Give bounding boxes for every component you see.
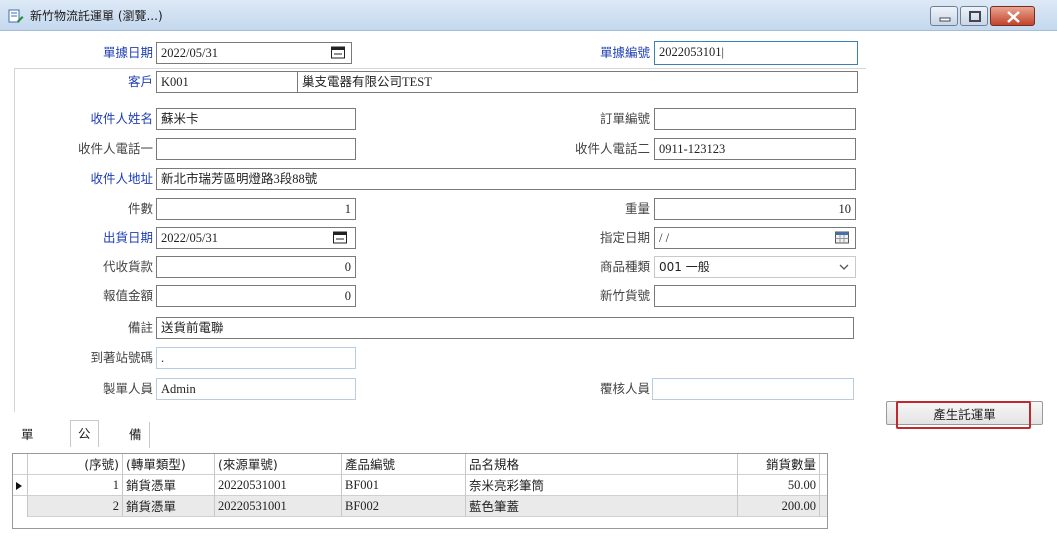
weight-field[interactable]: 10 — [654, 198, 856, 220]
weight-label: 重量 — [624, 201, 650, 216]
customer-label: 客戶 — [127, 74, 153, 89]
cell-qty[interactable]: 200.00 — [738, 496, 820, 517]
cell-seq[interactable]: 2 — [28, 496, 123, 517]
cell-qty[interactable]: 50.00 — [738, 475, 820, 496]
assigned-date-field[interactable]: / / — [654, 227, 856, 249]
tab-document[interactable]: 單據 — [14, 422, 41, 468]
cell-type[interactable]: 銷貨憑單 — [123, 475, 215, 496]
cod-field[interactable]: 0 — [156, 256, 356, 278]
col-header-qty[interactable]: 銷貨數量 — [738, 454, 820, 475]
row-indicator — [13, 475, 28, 496]
table-row[interactable]: 1 銷貨憑單 20220531001 BF001 奈米亮彩筆筒 50.00 — [13, 475, 827, 496]
assigned-date-label: 指定日期 — [599, 230, 650, 245]
reviewer-field — [652, 378, 854, 400]
phone2-field[interactable]: 0911-123123 — [654, 138, 856, 160]
category-value: 001 一般 — [659, 260, 710, 274]
window-title: 新竹物流託運單 (瀏覽...) — [30, 9, 163, 23]
phone1-field[interactable] — [156, 138, 356, 160]
phone1-label: 收件人電話一 — [77, 141, 153, 156]
chevron-down-icon — [839, 264, 849, 270]
hct-no-field[interactable] — [654, 285, 856, 307]
col-header-seq[interactable]: (序號) — [28, 454, 123, 475]
grid-header-row: (序號) (轉單類型) (來源單號) 產品編號 品名規格 銷貨數量 — [13, 454, 827, 475]
detail-grid: (序號) (轉單類型) (來源單號) 產品編號 品名規格 銷貨數量 1 銷貨憑單… — [12, 453, 828, 529]
cell-type[interactable]: 銷貨憑單 — [123, 496, 215, 517]
maximize-button[interactable] — [960, 6, 988, 26]
remark-field[interactable]: 送貨前電聯 — [156, 317, 854, 339]
ship-date-value: 2022/05/31 — [161, 231, 218, 245]
cell-name[interactable]: 藍色筆蓋 — [466, 496, 738, 517]
row-indicator-header — [13, 454, 28, 475]
generate-waybill-button[interactable]: 產生託運單 — [886, 401, 1043, 425]
cell-source[interactable]: 20220531001 — [215, 496, 342, 517]
maximize-icon — [969, 11, 981, 22]
order-no-label: 訂單編號 — [599, 111, 650, 126]
col-header-code[interactable]: 產品編號 — [342, 454, 466, 475]
ship-date-field[interactable]: 2022/05/31 — [156, 227, 356, 249]
assigned-date-value: / / — [659, 231, 670, 245]
col-header-source[interactable]: (來源單號) — [215, 454, 342, 475]
hct-no-label: 新竹貨號 — [599, 288, 650, 303]
minimize-icon — [939, 17, 951, 22]
recipient-name-field[interactable]: 蘇米卡 — [156, 108, 356, 130]
cell-source[interactable]: 20220531001 — [215, 475, 342, 496]
doc-no-field[interactable]: 2022053101| — [654, 41, 858, 65]
customer-code-field[interactable]: K001 — [156, 71, 298, 93]
pieces-field[interactable]: 1 — [156, 198, 356, 220]
cell-name[interactable]: 奈米亮彩筆筒 — [466, 475, 738, 496]
row-indicator — [13, 496, 28, 517]
maker-label: 製單人員 — [102, 381, 153, 396]
cod-label: 代收貨款 — [102, 259, 153, 274]
minimize-button[interactable] — [930, 6, 958, 26]
category-label: 商品種類 — [599, 259, 650, 274]
close-button[interactable] — [990, 6, 1035, 26]
doc-date-value: 2022/05/31 — [161, 46, 218, 60]
calendar-icon[interactable] — [333, 231, 347, 244]
declared-field[interactable]: 0 — [156, 285, 356, 307]
address-field[interactable]: 新北市瑞芳區明燈路3段88號 — [156, 168, 856, 190]
phone2-label: 收件人電話二 — [574, 141, 650, 156]
col-header-type[interactable]: (轉單類型) — [123, 454, 215, 475]
order-no-field[interactable] — [654, 108, 856, 130]
doc-no-label: 單據編號 — [599, 45, 650, 60]
form-edit-icon — [8, 9, 24, 23]
tab-remark[interactable]: 備註 — [122, 422, 150, 468]
remark-label: 備註 — [127, 320, 153, 335]
doc-date-field[interactable]: 2022/05/31 — [156, 42, 352, 64]
cell-code[interactable]: BF001 — [342, 475, 466, 496]
calendar-icon[interactable] — [331, 46, 345, 59]
recipient-name-label: 收件人姓名 — [90, 111, 153, 126]
title-bar: 新竹物流託運單 (瀏覽...) — [0, 0, 1057, 31]
station-field[interactable]: . — [156, 347, 356, 369]
calendar-grid-icon[interactable] — [835, 231, 849, 244]
close-icon — [1007, 11, 1020, 23]
doc-date-label: 單據日期 — [102, 45, 153, 60]
cell-seq[interactable]: 1 — [28, 475, 123, 496]
address-label: 收件人地址 — [90, 171, 153, 186]
col-header-name[interactable]: 品名規格 — [466, 454, 738, 475]
maker-field: Admin — [156, 378, 356, 400]
category-select[interactable]: 001 一般 — [654, 256, 856, 278]
tab-company[interactable]: 公司 — [70, 420, 99, 467]
table-row[interactable]: 2 銷貨憑單 20220531001 BF002 藍色筆蓋 200.00 — [13, 496, 827, 517]
cell-code[interactable]: BF002 — [342, 496, 466, 517]
row-pointer-icon — [16, 482, 22, 490]
ship-date-label: 出貨日期 — [102, 230, 153, 245]
declared-label: 報值金額 — [102, 288, 153, 303]
station-label: 到著站號碼 — [90, 350, 153, 365]
reviewer-label: 覆核人員 — [599, 381, 650, 396]
customer-name-field: 巢支電器有限公司TEST — [298, 71, 858, 93]
pieces-label: 件數 — [127, 201, 153, 216]
